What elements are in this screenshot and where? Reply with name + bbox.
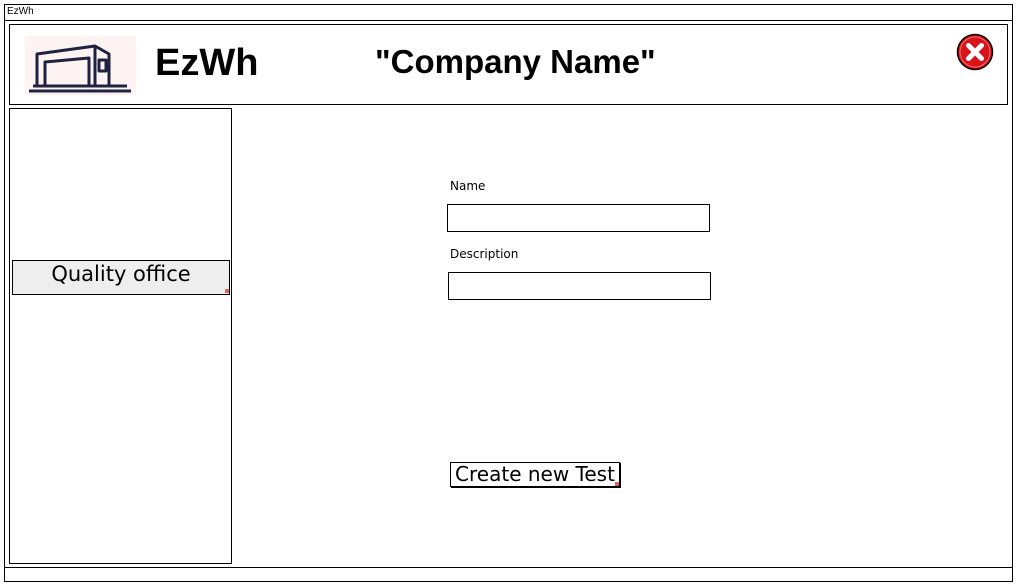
app-name: EzWh (155, 42, 259, 84)
description-field[interactable] (448, 272, 711, 300)
footer-divider (4, 567, 1013, 568)
create-new-test-button[interactable]: Create new Test (450, 462, 620, 487)
warehouse-icon (25, 36, 136, 95)
sidebar-item-label: Quality office (51, 262, 191, 286)
sidebar-item-quality-office[interactable]: Quality office (12, 260, 230, 295)
close-icon[interactable] (956, 33, 994, 71)
resize-marker (615, 482, 619, 486)
resize-marker (225, 289, 229, 293)
window-titlebar: EzWh (4, 4, 1013, 21)
window-title: EzWh (7, 6, 34, 17)
name-field[interactable] (447, 204, 710, 232)
sidebar (9, 108, 232, 564)
name-label: Name (450, 179, 486, 193)
company-name: "Company Name" (375, 43, 656, 80)
description-label: Description (450, 247, 519, 261)
